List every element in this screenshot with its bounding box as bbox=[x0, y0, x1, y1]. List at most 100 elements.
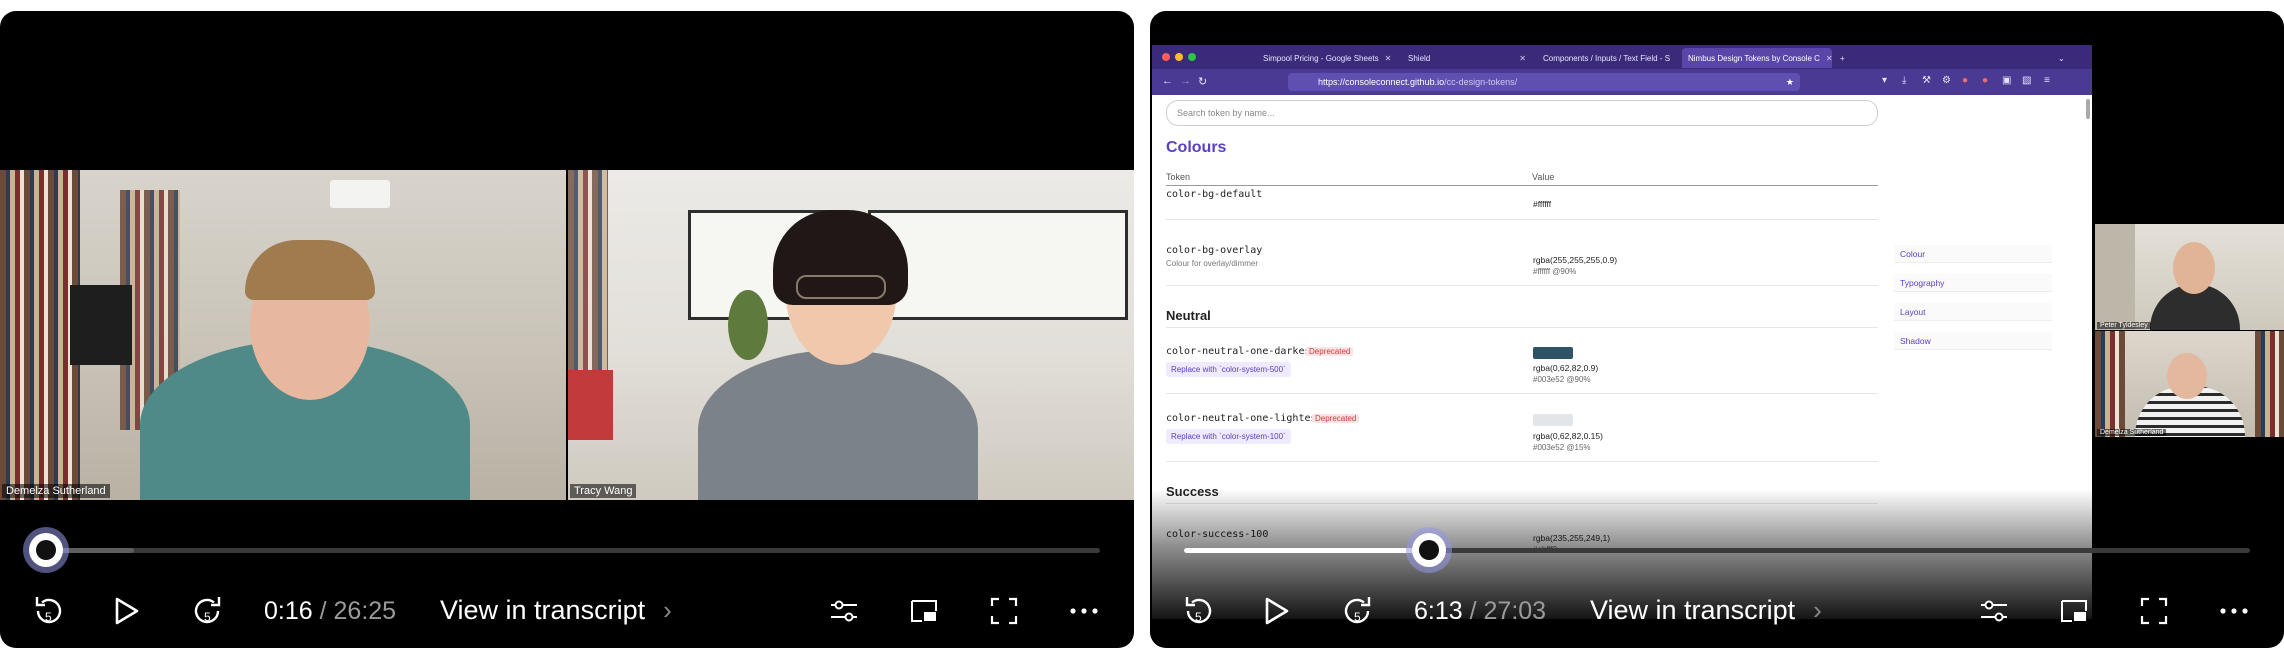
browser-tab-2[interactable]: Shield ✕ bbox=[1402, 48, 1532, 68]
browser-tab-3[interactable]: Components / Inputs / Text Field - S✕ bbox=[1537, 48, 1677, 68]
participant-name: Demelza Sutherland bbox=[2, 484, 110, 498]
view-in-transcript-link[interactable]: View in transcript › bbox=[1590, 595, 1822, 626]
settings-button[interactable] bbox=[1976, 583, 2012, 639]
picture-in-picture-button[interactable] bbox=[906, 583, 942, 639]
control-bar: 5 5 0:16 / 26:25 View in transcript › bbox=[0, 583, 1134, 639]
close-tab-icon: ✕ bbox=[1676, 54, 1677, 63]
more-options-button[interactable] bbox=[2216, 583, 2252, 639]
progress-bar[interactable] bbox=[28, 533, 1100, 567]
picture-in-picture-icon bbox=[911, 600, 937, 622]
reload-icon[interactable]: ↻ bbox=[1198, 75, 1207, 88]
menu-hamburger-icon[interactable]: ≡ bbox=[2044, 75, 2050, 86]
bookshelf bbox=[0, 170, 80, 500]
duration: 26:25 bbox=[333, 597, 397, 625]
transcript-label: View in transcript bbox=[440, 595, 646, 625]
toc-item-colour[interactable]: Colour bbox=[1894, 245, 2052, 263]
extension-icon[interactable]: ▣ bbox=[2002, 75, 2011, 86]
forward-icon[interactable]: → bbox=[1180, 75, 1191, 87]
play-icon bbox=[115, 597, 139, 625]
video-player-left[interactable]: Demelza Sutherland Tracy Wang 5 5 0:16 /… bbox=[0, 11, 1134, 648]
token-value-hex: #003e52 @90% bbox=[1533, 375, 1591, 384]
skip-forward-icon: 5 bbox=[1344, 597, 1371, 624]
download-icon[interactable]: ⤓ bbox=[1902, 75, 1906, 86]
play-button[interactable] bbox=[106, 583, 146, 639]
page-scrollbar[interactable] bbox=[2086, 99, 2090, 119]
bookshelf bbox=[2255, 331, 2284, 437]
air-conditioner bbox=[330, 180, 390, 208]
row-divider bbox=[1166, 393, 1878, 394]
book-cover bbox=[568, 370, 613, 440]
bookshelf bbox=[2095, 331, 2125, 437]
page-title: Colours bbox=[1166, 139, 1227, 156]
token-name: color-bg-default bbox=[1166, 189, 1263, 200]
tools-icon[interactable]: ⚒ bbox=[1922, 75, 1931, 86]
url-path: /cc-design-tokens/ bbox=[1444, 77, 1518, 87]
bookmark-star-icon[interactable]: ★ bbox=[1786, 77, 1794, 88]
control-bar: 5 5 6:13 / 27:03 View in transcript › bbox=[1150, 583, 2284, 639]
skip-back-icon: 5 bbox=[1185, 597, 1212, 624]
tab-list-chevron-icon[interactable]: ⌄ bbox=[2052, 48, 2076, 68]
token-value-hex: #ffffff @90% bbox=[1533, 267, 1577, 276]
browser-tab-1[interactable]: Simpool Pricing - Google Sheets ✕ bbox=[1257, 48, 1397, 68]
toc-item-typography[interactable]: Typography bbox=[1894, 274, 2052, 292]
browser-tab-4[interactable]: Nimbus Design Tokens by Console C ✕ bbox=[1682, 48, 1832, 68]
screen-share: Simpool Pricing - Google Sheets ✕ Shield ✕… bbox=[1152, 45, 2092, 619]
video-player-right[interactable]: Simpool Pricing - Google Sheets ✕ Shield ✕… bbox=[1150, 11, 2284, 648]
fullscreen-button[interactable] bbox=[986, 583, 1022, 639]
play-icon bbox=[1265, 597, 1289, 625]
replace-suggestion[interactable]: Replace with `color-system-100` bbox=[1166, 429, 1291, 444]
skip-back-button[interactable]: 5 bbox=[28, 583, 70, 639]
extension-icon[interactable]: ● bbox=[1982, 75, 1988, 86]
participant-thumbnail-2: Demelza Sutherland bbox=[2095, 331, 2284, 437]
row-divider bbox=[1166, 461, 1878, 462]
token-search-input[interactable]: Search token by name... bbox=[1166, 100, 1878, 126]
toc-item-layout[interactable]: Layout bbox=[1894, 303, 2052, 321]
glasses bbox=[796, 275, 886, 299]
extension-icon[interactable]: ⚙ bbox=[1942, 75, 1951, 86]
column-header-token: Token bbox=[1166, 172, 1191, 182]
extension-icon[interactable]: ● bbox=[1962, 75, 1968, 86]
settings-sliders-icon bbox=[1981, 600, 2007, 622]
time-display: 0:16 / 26:25 bbox=[264, 597, 397, 625]
replace-suggestion[interactable]: Replace with `color-system-500` bbox=[1166, 362, 1291, 377]
browser-tab-bar: Simpool Pricing - Google Sheets ✕ Shield ✕… bbox=[1152, 45, 2092, 69]
current-time: 0:16 bbox=[264, 597, 313, 625]
skip-back-button[interactable]: 5 bbox=[1178, 583, 1220, 639]
settings-button[interactable] bbox=[826, 583, 862, 639]
toc-item-shadow[interactable]: Shadow bbox=[1894, 332, 2052, 350]
back-icon[interactable]: ← bbox=[1162, 75, 1173, 87]
color-swatch bbox=[1533, 414, 1573, 426]
zoom-window-icon bbox=[1188, 53, 1196, 61]
svg-text:5: 5 bbox=[45, 610, 52, 624]
progress-bar[interactable] bbox=[1184, 533, 2250, 567]
video-frame: Demelza Sutherland Tracy Wang bbox=[0, 170, 1134, 500]
token-name: color-neutral-one-lightest bbox=[1166, 413, 1323, 424]
token-name: color-bg-overlay bbox=[1166, 245, 1263, 256]
more-options-button[interactable] bbox=[1066, 583, 1102, 639]
plant bbox=[728, 290, 768, 360]
header-divider bbox=[1166, 185, 1878, 186]
person-hair bbox=[245, 240, 375, 300]
address-bar[interactable]: https://consoleconnect.github.io/cc-desi… bbox=[1288, 73, 1800, 91]
picture-in-picture-button[interactable] bbox=[2056, 583, 2092, 639]
column-header-value: Value bbox=[1532, 172, 1555, 182]
scrubber-handle[interactable] bbox=[28, 533, 63, 567]
more-horizontal-icon bbox=[2220, 608, 2248, 614]
scrubber-handle[interactable] bbox=[1412, 533, 1447, 567]
extensions-puzzle-icon[interactable]: ▧ bbox=[2022, 75, 2031, 86]
token-name: color-neutral-one-darkest bbox=[1166, 346, 1317, 357]
new-tab-button[interactable]: + bbox=[1834, 48, 1854, 68]
skip-forward-button[interactable]: 5 bbox=[1336, 583, 1378, 639]
fullscreen-button[interactable] bbox=[2136, 583, 2172, 639]
participant-tile-tracy: Tracy Wang bbox=[568, 170, 1134, 500]
settings-sliders-icon bbox=[831, 600, 857, 622]
play-button[interactable] bbox=[1256, 583, 1296, 639]
token-value: rgba(255,255,255,0.9) bbox=[1533, 255, 1618, 265]
participant-tile-demelza: Demelza Sutherland bbox=[0, 170, 566, 500]
skip-forward-button[interactable]: 5 bbox=[186, 583, 228, 639]
skip-back-icon: 5 bbox=[35, 597, 62, 624]
svg-text:5: 5 bbox=[204, 610, 211, 624]
person-torso bbox=[698, 350, 978, 500]
view-in-transcript-link[interactable]: View in transcript › bbox=[440, 595, 672, 626]
pocket-icon[interactable]: ▾ bbox=[1882, 75, 1887, 86]
